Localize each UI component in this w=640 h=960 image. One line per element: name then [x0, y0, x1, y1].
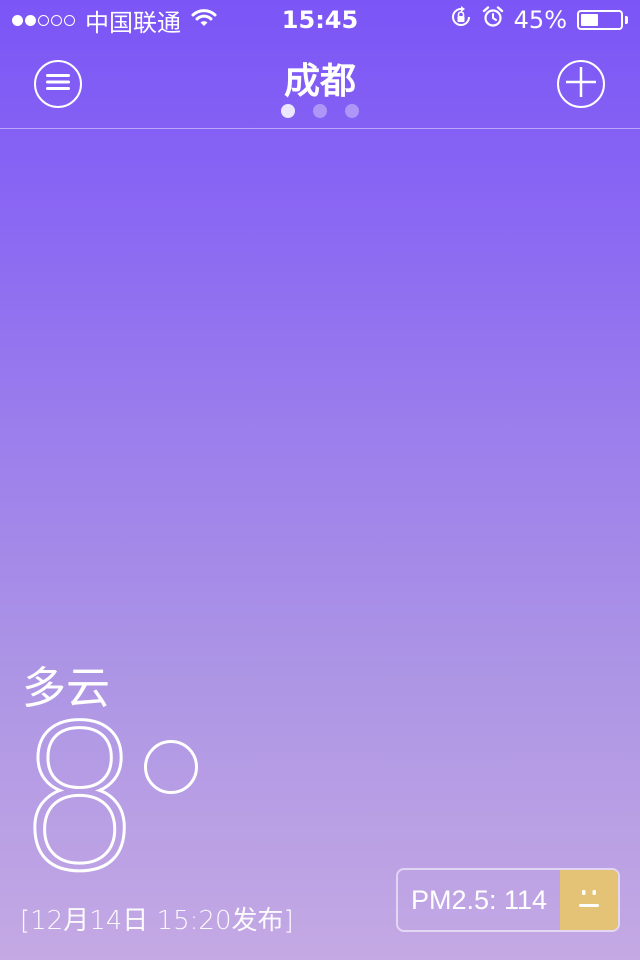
signal-dot	[64, 14, 75, 26]
plus-icon	[566, 67, 596, 101]
signal-dot	[12, 14, 23, 26]
face-icon	[576, 885, 602, 915]
status-time: 15:45	[281, 6, 359, 34]
signal-dot	[38, 14, 49, 26]
battery-tip	[625, 16, 628, 24]
signal-strength-icon	[12, 14, 75, 26]
temperature-value: 8	[14, 683, 144, 916]
signal-dot	[25, 14, 36, 26]
battery-fill	[581, 14, 598, 26]
alarm-icon	[482, 6, 504, 34]
pm25-value: PM2.5: 114	[410, 884, 548, 915]
nav-bar: 成都	[0, 40, 640, 129]
city-title: 成都	[283, 61, 356, 102]
carrier-name: 中国联通	[85, 8, 181, 37]
rotation-lock-icon	[450, 6, 472, 34]
pm25-badge[interactable]: PM2.5: 114	[396, 868, 620, 932]
page-indicator	[0, 104, 640, 118]
status-right: 45%	[450, 6, 628, 34]
page-dot[interactable]	[345, 104, 359, 118]
signal-dot	[51, 14, 62, 26]
battery-body	[577, 10, 623, 30]
wifi-icon	[191, 6, 217, 34]
page-dot[interactable]	[313, 104, 327, 118]
publish-time: [12月14日 15:20发布]	[20, 906, 294, 936]
degree-symbol	[144, 740, 198, 794]
battery-percentage: 45%	[513, 6, 567, 34]
status-left: 中国联通	[12, 3, 217, 38]
page-dot[interactable]	[281, 104, 295, 118]
add-city-button[interactable]	[557, 60, 605, 108]
battery-icon	[577, 10, 628, 30]
status-bar: 中国联通 15:45 45%	[0, 0, 640, 40]
air-quality-face	[560, 870, 618, 930]
